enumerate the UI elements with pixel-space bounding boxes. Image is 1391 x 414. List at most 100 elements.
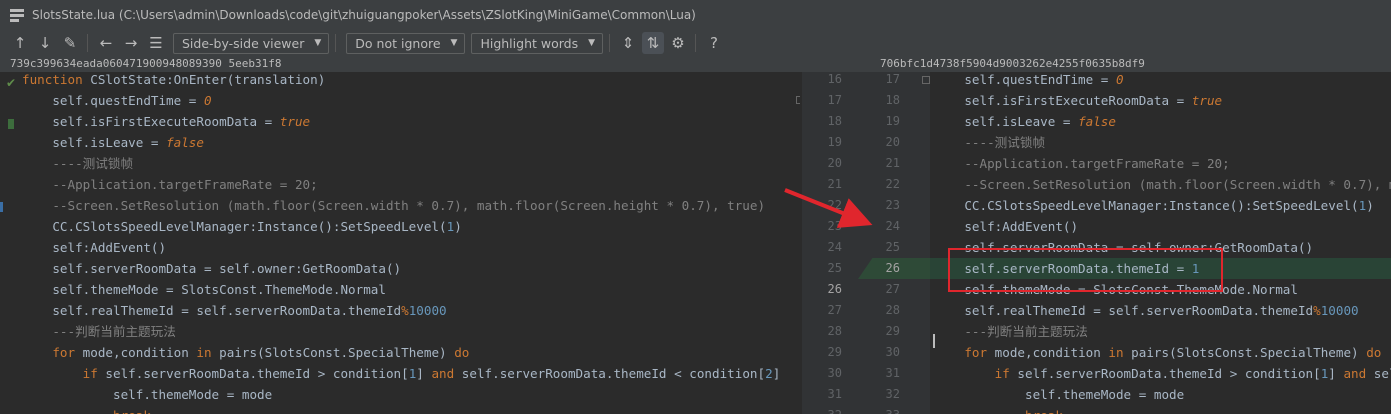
arrow-down-button[interactable]: ↓	[34, 32, 56, 54]
line-number: 18	[827, 114, 842, 128]
code-token: function	[22, 72, 83, 87]
toolbar-separator	[335, 34, 337, 52]
code-token: --Application.targetFrameRate = 20;	[22, 177, 318, 192]
arrow-right-icon: →	[124, 34, 138, 52]
code-token: true	[1191, 93, 1223, 108]
line-number: 16	[827, 72, 842, 86]
arrow-down-icon: ↓	[38, 34, 52, 52]
help-button[interactable]: ?	[703, 32, 725, 54]
code-line[interactable]: self.isLeave = false	[934, 111, 1116, 132]
list-button[interactable]: ☰	[145, 32, 167, 54]
code-token: self:AddEvent()	[934, 219, 1079, 234]
code-line[interactable]: function CSlotState:OnEnter(translation)	[22, 72, 325, 90]
code-token: break	[22, 408, 151, 414]
code-line[interactable]: --Screen.SetResolution (math.floor(Scree…	[22, 195, 765, 216]
code-token: in	[1108, 345, 1124, 360]
code-token: break	[934, 408, 1063, 414]
code-line[interactable]: if self.serverRoomData.themeId > conditi…	[934, 363, 1391, 384]
code-token: 2	[765, 366, 773, 381]
sync-scroll-icon: ⇅	[646, 34, 660, 52]
code-token: self.serverRoomData.themeId < condition[	[454, 366, 766, 381]
code-token: self.realThemeId = self.serverRoomData.t…	[934, 303, 1314, 318]
code-line[interactable]: self:AddEvent()	[934, 216, 1078, 237]
fold-icon[interactable]	[922, 76, 930, 84]
code-line[interactable]: self.realThemeId = self.serverRoomData.t…	[22, 300, 446, 321]
line-number: 17	[885, 72, 900, 86]
code-token: )	[454, 219, 462, 234]
code-token: 0	[203, 93, 212, 108]
sync-scroll-button[interactable]: ⇅	[642, 32, 665, 54]
code-line[interactable]: self.questEndTime = 0	[934, 72, 1124, 90]
code-line[interactable]: ---判断当前主题玩法	[934, 321, 1088, 342]
code-line[interactable]: break	[934, 405, 1063, 414]
ignore-whitespace-select[interactable]: Do not ignore ▼	[346, 32, 466, 54]
right-editor-pane[interactable]: self.questEndTime = 0 self.isFirstExecut…	[930, 72, 1391, 414]
gear-icon: ⚙	[671, 34, 685, 52]
code-token: do	[454, 345, 470, 360]
toolbar-separator	[695, 34, 697, 52]
gear-button[interactable]: ⚙	[667, 32, 689, 54]
line-number: 29	[827, 345, 842, 359]
arrow-right-button[interactable]: →	[120, 32, 142, 54]
line-number: 19	[885, 114, 900, 128]
code-token: CC.CSlotsSpeedLevelManager:Instance():Se…	[22, 219, 447, 234]
code-token: pairs(SlotsConst.SpecialTheme)	[211, 345, 455, 360]
title-bar: SlotsState.lua (C:\Users\admin\Downloads…	[0, 0, 1391, 30]
code-line[interactable]: if self.serverRoomData.themeId > conditi…	[22, 363, 781, 384]
line-number: 32	[812, 408, 842, 414]
app-menu-icon[interactable]	[10, 8, 24, 22]
code-token: ----测试锁帧	[22, 156, 134, 171]
code-token: --Screen.SetResolution (math.floor(Scree…	[964, 177, 1391, 192]
code-token: true	[279, 114, 311, 129]
line-number: 25	[885, 240, 900, 254]
code-line[interactable]: ----测试锁帧	[22, 153, 133, 174]
code-token: false	[1078, 114, 1116, 129]
left-editor-pane[interactable]: ✔ function CSlotState:OnEnter(translatio…	[0, 72, 800, 414]
check-icon: ✔	[6, 76, 17, 90]
code-line[interactable]: self.isFirstExecuteRoomData = true	[934, 90, 1222, 111]
code-line[interactable]: CC.CSlotsSpeedLevelManager:Instance():Se…	[22, 216, 462, 237]
code-token: self.serverRoomData.themeId < condition[	[1373, 366, 1391, 381]
code-token: CSlotState:OnEnter(translation)	[82, 72, 326, 87]
code-token: 0	[1115, 72, 1124, 87]
collapse-button[interactable]: ⇕	[617, 32, 639, 54]
code-token: --Application.targetFrameRate = 20;	[934, 156, 1230, 171]
code-line[interactable]: CC.CSlotsSpeedLevelManager:Instance():Se…	[934, 195, 1373, 216]
line-number: 24	[827, 240, 842, 254]
line-number: 30	[885, 345, 900, 359]
line-number: 29	[885, 324, 900, 338]
code-line[interactable]: for mode,condition in pairs(SlotsConst.S…	[934, 342, 1381, 363]
code-line[interactable]: self.themeMode = SlotsConst.ThemeMode.No…	[22, 279, 386, 300]
collapse-icon: ⇕	[621, 34, 635, 52]
code-line[interactable]: self.serverRoomData = self.owner:GetRoom…	[22, 258, 401, 279]
code-line[interactable]: --Application.targetFrameRate = 20;	[934, 153, 1230, 174]
code-line[interactable]: self.isFirstExecuteRoomData = true	[22, 111, 310, 132]
code-line[interactable]: self.questEndTime = 0	[22, 90, 212, 111]
code-line[interactable]: self.themeMode = mode	[22, 384, 272, 405]
code-line[interactable]: self.themeMode = mode	[934, 384, 1184, 405]
code-line[interactable]: break	[22, 405, 151, 414]
code-line[interactable]: self.isLeave = false	[22, 132, 204, 153]
arrow-left-button[interactable]: ←	[95, 32, 117, 54]
edit-button[interactable]: ✎	[59, 32, 81, 54]
code-token: --Screen.SetResolution (math.floor(Scree…	[22, 198, 766, 213]
code-line[interactable]: ----测试锁帧	[934, 132, 1045, 153]
code-token: ]	[772, 366, 781, 381]
line-number: 25	[827, 261, 842, 275]
code-token: in	[196, 345, 212, 360]
code-line[interactable]: ---判断当前主题玩法	[22, 321, 176, 342]
line-number: 30	[827, 366, 842, 380]
highlight-select[interactable]: Highlight words ▼	[471, 32, 604, 54]
toolbar-separator	[609, 34, 611, 52]
right-revision-hash: 706bfc1d4738f5904d9003262e4255f0635b8df9	[880, 57, 1145, 70]
code-line[interactable]: self.realThemeId = self.serverRoomData.t…	[934, 300, 1358, 321]
code-line[interactable]: --Screen.SetResolution (math.floor(Scree…	[934, 174, 1391, 195]
arrow-up-button[interactable]: ↑	[9, 32, 31, 54]
code-token: ----测试锁帧	[934, 135, 1046, 150]
code-token: mode,condition	[987, 345, 1109, 360]
code-line[interactable]: self:AddEvent()	[22, 237, 166, 258]
code-line[interactable]: --Application.targetFrameRate = 20;	[22, 174, 318, 195]
code-line[interactable]: for mode,condition in pairs(SlotsConst.S…	[22, 342, 469, 363]
line-number: 18	[885, 93, 900, 107]
viewer-select[interactable]: Side-by-side viewer ▼	[173, 32, 330, 54]
